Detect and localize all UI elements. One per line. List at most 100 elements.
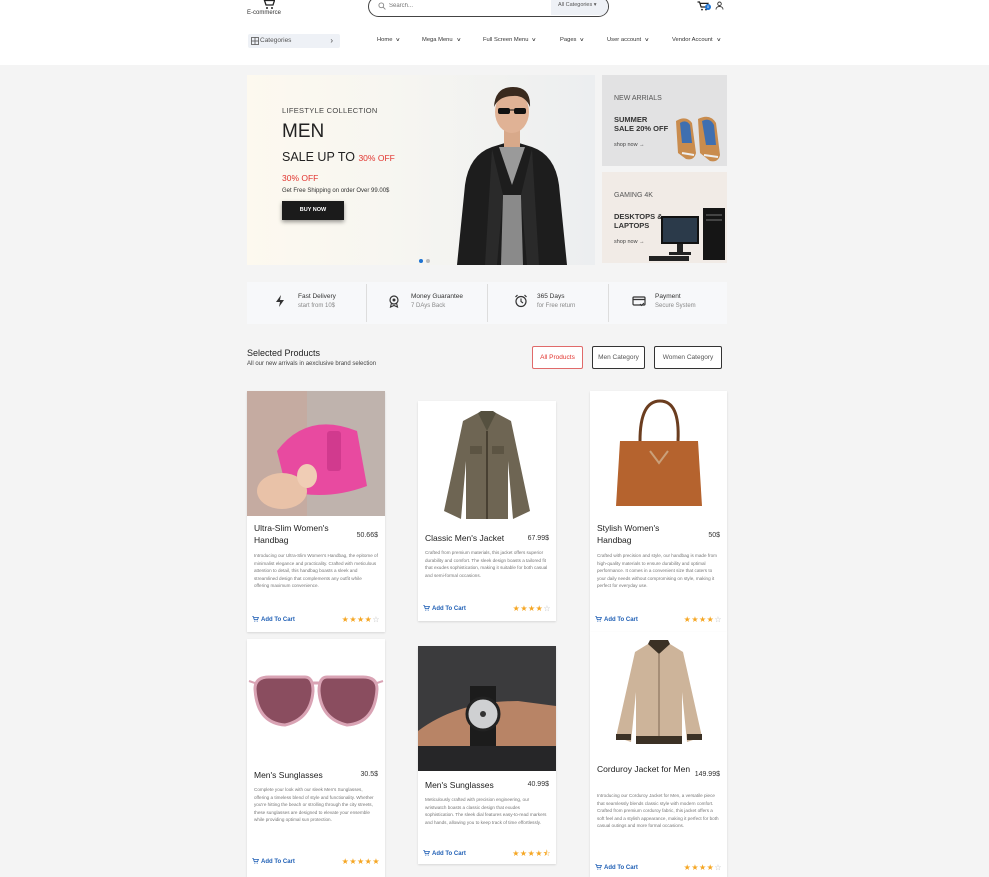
add-to-cart-button[interactable]: Add To Cart <box>595 616 638 623</box>
product-image-mens-jacket <box>418 401 556 526</box>
hero-shipping: Get Free Shipping on order Over 99.00$ <box>282 188 390 194</box>
feature-title: Fast Delivery <box>298 293 336 300</box>
feature-title: 365 Days <box>537 293 565 300</box>
grid-icon <box>251 37 259 45</box>
product-card[interactable]: Men's Sunglasses 30.5$ Complete your loo… <box>247 639 385 877</box>
product-name: Classic Men's Jacket <box>425 533 505 543</box>
product-description: Crafted from premium materials, this jac… <box>425 550 548 578</box>
hero-sale-text: SALE UP TO <box>282 150 355 164</box>
add-to-cart-label: Add To Cart <box>261 617 295 623</box>
add-to-cart-button[interactable]: Add To Cart <box>252 616 295 623</box>
product-card[interactable]: Classic Men's Jacket 67.99$ Crafted from… <box>418 401 556 621</box>
slider-dot-active[interactable] <box>419 259 423 263</box>
product-price: 67.99$ <box>527 535 549 542</box>
nav-vendor-account[interactable]: Vendor Account ∨ <box>672 37 722 43</box>
hero-sale: SALE UP TO 30% OFF <box>282 150 395 164</box>
product-name: Corduroy Jacket for Men <box>597 764 691 774</box>
banner-kicker: GAMING 4K <box>614 192 653 199</box>
cart-icon <box>423 850 430 856</box>
product-name: Ultra-Slim Women's Handbag <box>254 523 329 545</box>
banner-line2: LAPTOPS <box>614 221 650 230</box>
desktop-computer-image <box>649 208 725 261</box>
add-to-cart-button[interactable]: Add To Cart <box>595 864 638 871</box>
shop-now-link[interactable]: shop now → <box>614 142 645 148</box>
search-input[interactable] <box>389 0 539 12</box>
add-to-cart-label: Add To Cart <box>432 606 466 612</box>
slider-dot[interactable] <box>426 259 430 263</box>
cart-count-badge: 0 <box>705 4 711 10</box>
star-rating: ★★★★☆ <box>683 863 722 872</box>
feature-subtitle: start from 10$ <box>298 303 336 309</box>
product-description: Introducing our Corduroy Jacket for Men,… <box>597 793 719 829</box>
product-image-pink-wallet <box>247 391 385 516</box>
product-name: Men's Sunglasses <box>254 770 323 780</box>
add-to-cart-label: Add To Cart <box>432 851 466 857</box>
feature-money-guarantee: Money Guarantee 7 DAys Back <box>367 282 487 324</box>
product-image-corduroy-jacket <box>590 632 727 757</box>
tab-women-category[interactable]: Women Category <box>654 346 722 369</box>
product-card[interactable]: Corduroy Jacket for Men 149.99$ Introduc… <box>590 632 727 877</box>
product-image-wristwatch <box>418 646 556 771</box>
side-banner-gaming[interactable]: GAMING 4K DESKTOPS & LAPTOPS shop now → <box>602 172 727 263</box>
nav-user-account[interactable]: User account ∨ <box>607 37 650 43</box>
site-header: E-commerce All Categories ▾ 0 Categories… <box>0 0 989 65</box>
brand-name: E-commerce <box>247 10 282 16</box>
alarm-clock-icon <box>515 294 527 308</box>
product-price: 30.5$ <box>360 771 378 778</box>
product-description: Complete your look with our sleek Men's … <box>254 787 374 823</box>
chevron-down-icon: ∨ <box>455 37 462 43</box>
star-rating: ★★★★★ <box>341 857 380 866</box>
buy-now-button[interactable]: BUY NOW <box>282 201 344 220</box>
nav-label: Home <box>377 37 393 43</box>
section-title: Selected Products <box>247 348 321 358</box>
nav-full-screen-menu[interactable]: Full Screen Menu ∨ <box>483 37 537 43</box>
cart-icon <box>252 858 259 864</box>
product-card[interactable]: Ultra-Slim Women's Handbag 50.66$ Introd… <box>247 391 385 632</box>
side-banner-summer[interactable]: NEW ARRIALS SUMMER SALE 20% OFF shop now… <box>602 75 727 166</box>
feature-title: Money Guarantee <box>411 293 464 300</box>
product-card[interactable]: Stylish Women's Handbag 50$ Crafted with… <box>590 391 727 632</box>
credit-card-icon <box>632 296 646 307</box>
nav-home[interactable]: Home ∨ <box>377 37 401 43</box>
chevron-down-icon: ∨ <box>715 37 722 43</box>
hero-off: 30% OFF <box>282 173 319 183</box>
medal-icon <box>389 295 399 308</box>
cart-icon <box>423 605 430 611</box>
hero-banner: LIFESTYLE COLLECTION MEN SALE UP TO 30% … <box>247 75 595 265</box>
search-icon <box>378 2 386 10</box>
cart-icon <box>595 864 602 870</box>
product-price: 149.99$ <box>694 771 720 778</box>
star-rating: ★★★★☆ <box>341 615 380 624</box>
hero-sale-highlight: 30% OFF <box>358 153 395 163</box>
chevron-down-icon: ∨ <box>579 37 585 43</box>
nav-label: Full Screen Menu <box>483 37 529 43</box>
product-image-brown-handbag <box>590 391 727 516</box>
chevron-down-icon: ▾ <box>593 2 597 8</box>
add-to-cart-button[interactable]: Add To Cart <box>423 850 466 857</box>
cart-icon <box>252 616 259 622</box>
hero-model-image <box>457 87 567 265</box>
categories-button[interactable]: Categories › <box>248 34 340 48</box>
add-to-cart-button[interactable]: Add To Cart <box>423 605 466 612</box>
category-select-label: All Categories <box>558 2 593 8</box>
star-rating: ★★★★☆ <box>512 604 551 613</box>
cart-icon <box>595 616 602 622</box>
user-icon[interactable] <box>715 1 724 10</box>
feature-365-days: 365 Days for Free return <box>488 282 608 324</box>
shop-now-link[interactable]: shop now → <box>614 239 645 245</box>
nav-pages[interactable]: Pages ∨ <box>560 37 585 43</box>
cart-logo-icon <box>263 0 275 9</box>
lightning-icon <box>276 295 284 307</box>
chevron-down-icon: ∨ <box>531 37 537 43</box>
nav-label: Vendor Account <box>672 37 713 43</box>
tab-all-products[interactable]: All Products <box>532 346 583 369</box>
section-subtitle: All our new arrivals in aexclusive brand… <box>247 361 377 367</box>
product-image-sunglasses <box>247 639 385 764</box>
add-to-cart-button[interactable]: Add To Cart <box>252 858 295 865</box>
product-card[interactable]: Men's Sunglasses 40.99$ Meticulously cra… <box>418 646 556 864</box>
category-select[interactable]: All Categories ▾ <box>551 0 608 15</box>
tab-men-category[interactable]: Men Category <box>592 346 645 369</box>
feature-title: Payment <box>655 293 681 300</box>
product-description: Meticulously crafted with precision engi… <box>425 797 547 825</box>
nav-mega-menu[interactable]: Mega Menu ∨ <box>422 37 462 43</box>
